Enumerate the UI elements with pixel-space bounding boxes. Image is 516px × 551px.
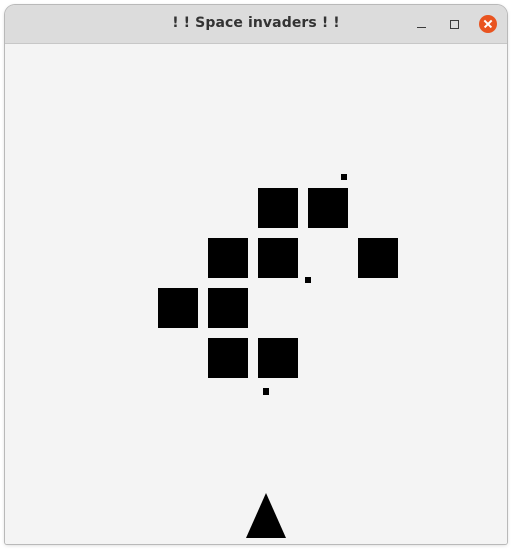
invader — [308, 188, 348, 228]
invader — [208, 288, 248, 328]
invader — [208, 238, 248, 278]
invader — [158, 288, 198, 328]
maximize-button[interactable] — [443, 13, 465, 35]
game-field — [158, 174, 398, 538]
close-button[interactable] — [477, 13, 499, 35]
close-icon — [479, 15, 497, 33]
minimize-button[interactable] — [410, 13, 432, 35]
maximize-icon — [449, 19, 459, 29]
player-bullet — [305, 277, 311, 283]
invader — [258, 338, 298, 378]
enemy-bullet — [263, 388, 269, 395]
invader — [208, 338, 248, 378]
invader — [258, 238, 298, 278]
game-window: ! ! Space invaders ! ! — [5, 5, 507, 544]
enemy-bullet — [341, 174, 347, 180]
player-ship[interactable] — [246, 493, 286, 538]
game-canvas[interactable] — [5, 44, 507, 544]
invader — [358, 238, 398, 278]
invader-formation — [158, 188, 398, 378]
invader — [258, 188, 298, 228]
minimize-icon — [416, 26, 426, 28]
title-bar[interactable]: ! ! Space invaders ! ! — [5, 5, 507, 44]
